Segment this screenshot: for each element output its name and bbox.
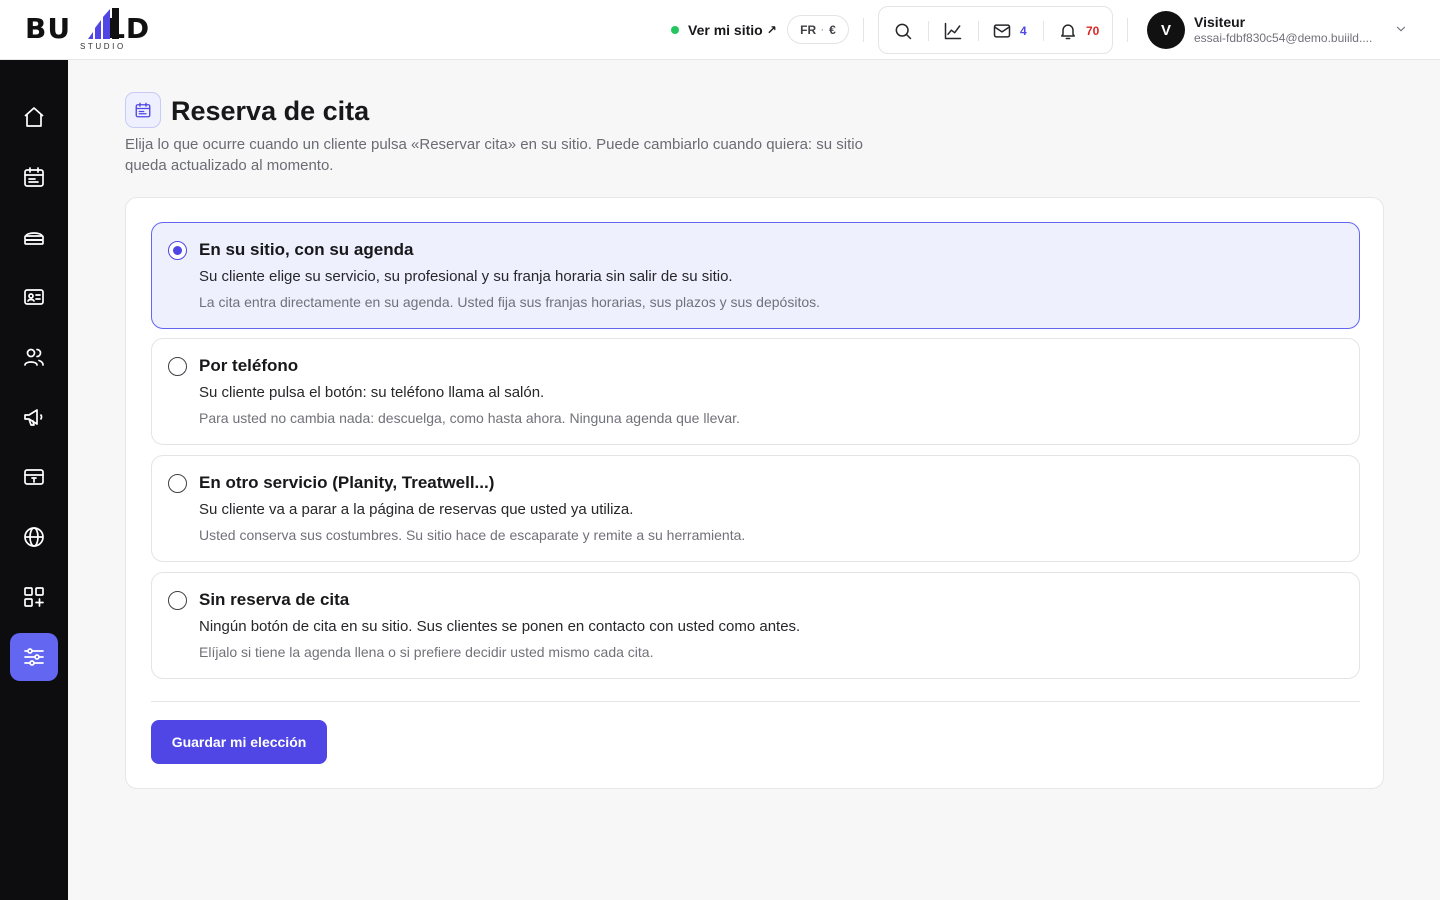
lang-separator: · xyxy=(821,24,825,35)
sidebar xyxy=(0,60,68,900)
notification-count-badge: 70 xyxy=(1086,24,1100,38)
view-site-link[interactable]: Ver mi sitio ↗ xyxy=(671,20,777,40)
option-summary: Su cliente pulsa el botón: su teléfono l… xyxy=(199,384,545,401)
globe-icon xyxy=(24,527,44,547)
avatar: V xyxy=(1147,11,1185,49)
payment-icon xyxy=(24,469,44,485)
sidebar-item-home[interactable] xyxy=(10,93,58,141)
messages-button[interactable]: 4 xyxy=(992,20,1027,42)
logo-subtitle: STUDIO xyxy=(80,42,126,51)
settings-sliders-icon xyxy=(24,648,44,666)
radio-button[interactable] xyxy=(168,474,187,493)
header-actions: 4 70 xyxy=(878,6,1113,54)
home-icon xyxy=(24,107,44,127)
sidebar-item-contacts[interactable] xyxy=(10,273,58,321)
sidebar-item-website[interactable] xyxy=(10,513,58,561)
sidebar-item-services[interactable] xyxy=(10,213,58,261)
sidebar-item-payments[interactable] xyxy=(10,453,58,501)
page-title: Reserva de cita xyxy=(171,96,370,126)
language-currency-selector[interactable]: FR · € xyxy=(787,15,849,44)
option-detail: Elíjalo si tiene la agenda llena o si pr… xyxy=(199,644,654,660)
radio-button[interactable] xyxy=(168,591,187,610)
sidebar-item-calendar[interactable] xyxy=(10,153,58,201)
stats-button[interactable] xyxy=(943,20,963,42)
page-title-badge xyxy=(125,92,161,128)
users-icon xyxy=(24,348,44,366)
option-detail: La cita entra directamente en su agenda.… xyxy=(199,294,821,310)
actions-separator xyxy=(1043,21,1044,41)
option-summary: Su cliente elige su servicio, su profesi… xyxy=(199,268,733,285)
calendar-icon xyxy=(24,167,44,187)
option-summary: Ningún botón de cita en su sitio. Sus cl… xyxy=(199,618,801,635)
currency-symbol: € xyxy=(829,22,836,37)
option-title: En otro servicio (Planity, Treatwell...) xyxy=(199,473,495,492)
header-divider xyxy=(863,18,864,42)
option-by-phone[interactable]: Por teléfono Su cliente pulsa el botón: … xyxy=(151,338,1360,445)
option-no-booking[interactable]: Sin reserva de cita Ningún botón de cita… xyxy=(151,572,1360,679)
brand-logo[interactable]: BU LD STUDIO xyxy=(25,8,181,52)
mail-icon xyxy=(993,24,1011,38)
option-on-site[interactable]: En su sitio, con su agenda Su cliente el… xyxy=(151,222,1360,329)
user-name: Visiteur xyxy=(1194,14,1246,30)
apps-icon xyxy=(24,587,44,607)
option-title: En su sitio, con su agenda xyxy=(199,240,414,259)
view-site-label: Ver mi sitio xyxy=(688,22,763,38)
option-detail: Para usted no cambia nada: descuelga, co… xyxy=(199,410,740,426)
header-divider xyxy=(1127,18,1128,42)
language-code: FR xyxy=(800,22,817,37)
chart-icon xyxy=(944,22,962,40)
option-external-service[interactable]: En otro servicio (Planity, Treatwell...)… xyxy=(151,455,1360,562)
option-detail: Usted conserva sus costumbres. Su sitio … xyxy=(199,527,746,543)
megaphone-icon xyxy=(24,409,43,426)
sidebar-item-apps[interactable] xyxy=(10,573,58,621)
radio-button[interactable] xyxy=(168,241,187,260)
actions-separator xyxy=(978,21,979,41)
sidebar-item-settings[interactable] xyxy=(10,633,58,681)
page-description: Elija lo que ocurre cuando un cliente pu… xyxy=(125,136,863,174)
sidebar-item-clients[interactable] xyxy=(10,333,58,381)
contact-card-icon xyxy=(24,289,44,305)
search-icon xyxy=(895,23,912,40)
mail-count-badge: 4 xyxy=(1020,24,1027,38)
top-bar: BU LD STUDIO Ver mi sitio ↗ FR · € 4 70 … xyxy=(0,0,1440,60)
card-divider xyxy=(151,701,1360,702)
option-title: Por teléfono xyxy=(199,356,299,375)
notifications-button[interactable]: 70 xyxy=(1058,20,1099,42)
external-arrow-icon: ↗ xyxy=(766,23,777,37)
option-title: Sin reserva de cita xyxy=(199,590,350,609)
sidebar-item-marketing[interactable] xyxy=(10,393,58,441)
calendar-icon xyxy=(135,102,151,118)
option-summary: Su cliente va a parar a la página de res… xyxy=(199,501,634,518)
search-button[interactable] xyxy=(893,20,913,42)
logo-bars-icon xyxy=(88,8,119,39)
bell-icon xyxy=(1061,24,1075,40)
services-icon xyxy=(24,232,44,245)
radio-button[interactable] xyxy=(168,357,187,376)
chevron-down-icon[interactable] xyxy=(1394,22,1408,36)
logo-text-left: BU xyxy=(25,12,72,45)
user-email: essai-fdbf830c54@demo.buiild.... xyxy=(1194,31,1373,45)
booking-options-card: En su sitio, con su agenda Su cliente el… xyxy=(125,197,1384,789)
save-button[interactable]: Guardar mi elección xyxy=(151,720,327,764)
site-status-dot xyxy=(671,26,679,34)
actions-separator xyxy=(928,21,929,41)
